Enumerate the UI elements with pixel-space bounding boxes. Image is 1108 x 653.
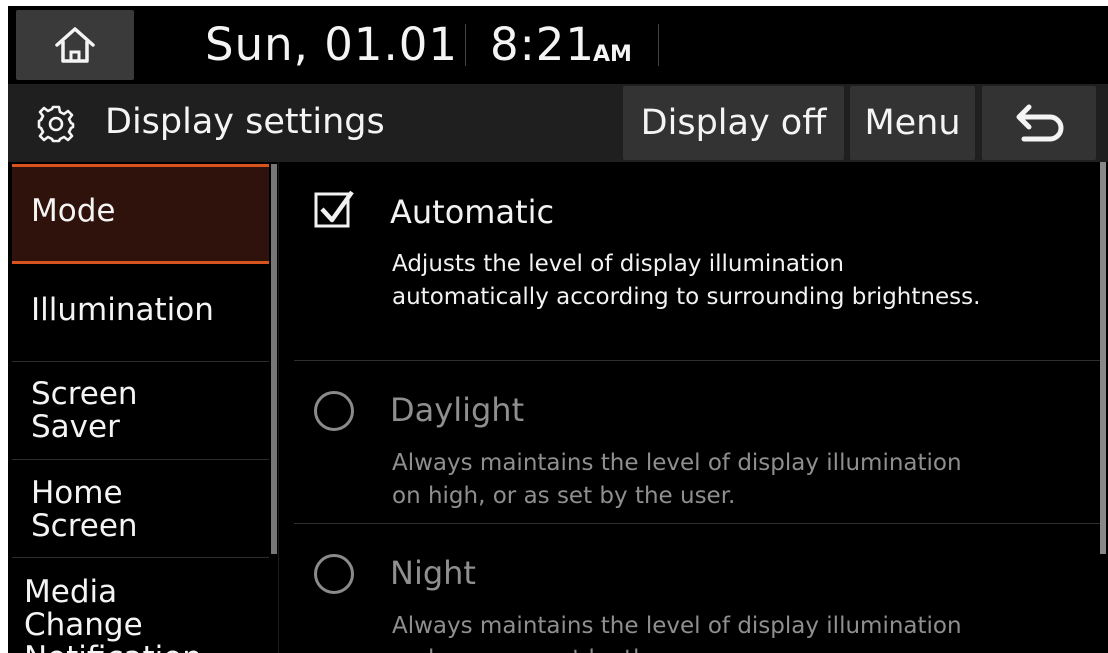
option-description: Always maintains the level of display il… [392, 613, 962, 653]
sidebar-divider [278, 162, 279, 653]
status-divider [465, 24, 466, 66]
option-night[interactable]: Night Always maintains the level of disp… [294, 524, 1104, 653]
back-button[interactable] [982, 86, 1096, 160]
status-date: Sun, 01.01 [205, 18, 459, 71]
sidebar: Mode Illumination Screen Saver Home Scre… [8, 162, 279, 653]
content-scrollbar[interactable] [1100, 162, 1106, 554]
status-time: 8:21 [490, 18, 596, 71]
radio-unselected-icon[interactable] [314, 554, 354, 594]
sidebar-item-illumination[interactable]: Illumination [12, 264, 269, 362]
infotainment-screen: Sun, 01.01 8:21 AM Display settings Disp… [8, 6, 1108, 653]
sidebar-item-screen-saver[interactable]: Screen Saver [12, 362, 269, 460]
sidebar-item-label: Media Change Notification [24, 574, 202, 653]
sidebar-item-mode[interactable]: Mode [12, 164, 269, 264]
gear-icon [37, 105, 75, 143]
page-title: Display settings [105, 102, 385, 142]
option-daylight[interactable]: Daylight Always maintains the level of d… [294, 361, 1104, 523]
option-title: Night [390, 554, 476, 592]
status-ampm: AM [593, 42, 632, 67]
status-bar: Sun, 01.01 8:21 AM [8, 6, 1108, 84]
title-bar: Display settings Display off Menu [8, 84, 1108, 162]
status-divider [658, 24, 659, 66]
option-title: Daylight [390, 391, 525, 429]
sidebar-item-label: Screen Saver [31, 376, 138, 445]
mode-options-panel: Automatic Adjusts the level of display i… [294, 162, 1108, 653]
display-off-button[interactable]: Display off [623, 86, 844, 160]
radio-unselected-icon[interactable] [314, 391, 354, 431]
option-description: Always maintains the level of display il… [392, 450, 962, 509]
sidebar-item-media-change-notification[interactable]: Media Change Notification [12, 558, 269, 653]
option-description: Adjusts the level of display illuminatio… [392, 251, 981, 310]
sidebar-item-label: Mode [31, 193, 116, 229]
menu-button[interactable]: Menu [850, 86, 975, 160]
sidebar-item-label: Illumination [31, 292, 214, 328]
home-icon [55, 27, 95, 63]
sidebar-item-home-screen[interactable]: Home Screen [12, 460, 269, 558]
checkbox-checked-icon[interactable] [314, 189, 354, 229]
option-title: Automatic [390, 193, 555, 231]
home-button[interactable] [16, 10, 134, 80]
sidebar-scrollbar[interactable] [271, 164, 277, 554]
sidebar-item-label: Home Screen [31, 475, 138, 544]
back-arrow-icon [1016, 104, 1064, 142]
option-automatic[interactable]: Automatic Adjusts the level of display i… [294, 162, 1104, 360]
